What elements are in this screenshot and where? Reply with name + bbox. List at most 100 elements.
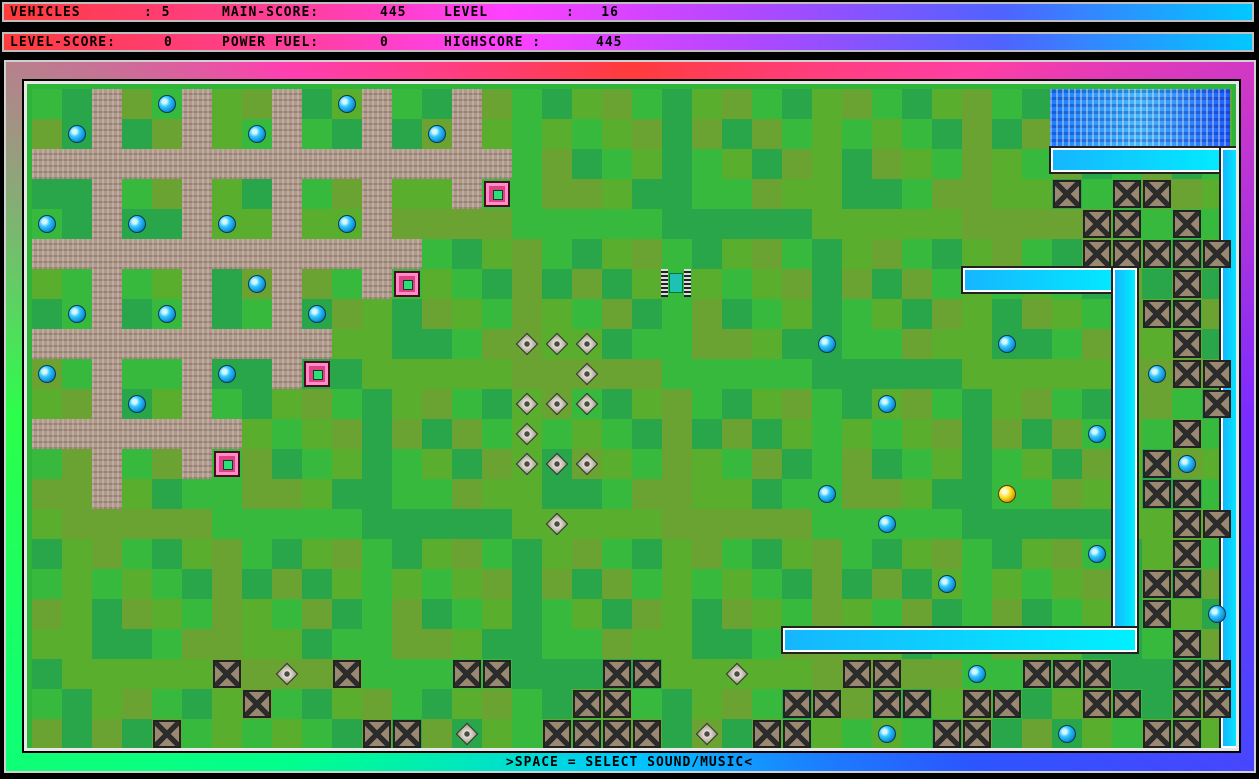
blue-orb-icon[interactable] — [428, 125, 446, 143]
crate-icon — [1173, 510, 1201, 538]
level-value: : 16 — [566, 5, 619, 20]
crate-icon — [333, 660, 361, 688]
depot-icon[interactable] — [394, 271, 420, 297]
blue-orb-icon[interactable] — [128, 395, 146, 413]
blue-orb-icon[interactable] — [248, 125, 266, 143]
blue-orb-icon[interactable] — [968, 665, 986, 683]
crate-icon — [1143, 600, 1171, 628]
depot-icon[interactable] — [304, 361, 330, 387]
crate-icon — [393, 720, 421, 748]
crate-icon — [633, 720, 661, 748]
blue-orb-icon[interactable] — [938, 575, 956, 593]
crate-icon — [1143, 300, 1171, 328]
hud-bar-bottom: LEVEL-SCORE: 0 POWER FUEL: 0 HIGHSCORE :… — [2, 32, 1254, 52]
crate-icon — [1173, 630, 1201, 658]
power-fuel-value: 0 — [380, 35, 389, 50]
gold-orb-icon[interactable] — [998, 485, 1016, 503]
crate-icon — [1173, 270, 1201, 298]
blue-orb-icon[interactable] — [878, 725, 896, 743]
crate-icon — [843, 660, 871, 688]
crate-icon — [363, 720, 391, 748]
crate-icon — [1113, 240, 1141, 268]
blue-orb-icon[interactable] — [338, 95, 356, 113]
main-score-label: MAIN-SCORE: — [222, 5, 320, 20]
crate-icon — [1053, 660, 1081, 688]
crate-icon — [1173, 690, 1201, 718]
crate-icon — [1203, 240, 1231, 268]
crate-icon — [243, 690, 271, 718]
blue-orb-icon[interactable] — [68, 305, 86, 323]
crate-icon — [1113, 690, 1141, 718]
crate-icon — [1173, 360, 1201, 388]
blue-orb-icon[interactable] — [308, 305, 326, 323]
blue-orb-icon[interactable] — [1088, 425, 1106, 443]
crate-icon — [1173, 540, 1201, 568]
crate-icon — [1203, 510, 1231, 538]
playfield[interactable] — [22, 79, 1241, 753]
highscore-label: HIGHSCORE : — [444, 35, 542, 50]
blue-orb-icon[interactable] — [158, 95, 176, 113]
blue-orb-icon[interactable] — [1148, 365, 1166, 383]
crate-icon — [453, 660, 481, 688]
tank-icon[interactable] — [661, 269, 691, 297]
depot-icon[interactable] — [484, 181, 510, 207]
crate-icon — [1143, 450, 1171, 478]
blue-orb-icon[interactable] — [38, 365, 56, 383]
blue-orb-icon[interactable] — [128, 215, 146, 233]
blue-orb-icon[interactable] — [998, 335, 1016, 353]
crate-icon — [633, 660, 661, 688]
crate-icon — [1173, 420, 1201, 448]
pipe-segment — [961, 266, 1139, 294]
blue-orb-icon[interactable] — [818, 485, 836, 503]
vehicles-label: VEHICLES — [10, 5, 81, 20]
crate-icon — [1143, 240, 1171, 268]
hud-bar-top: VEHICLES : 5 MAIN-SCORE: 445 LEVEL : 16 — [2, 2, 1254, 22]
crate-icon — [1173, 210, 1201, 238]
crate-icon — [783, 690, 811, 718]
crate-icon — [1143, 570, 1171, 598]
crate-icon — [1173, 720, 1201, 748]
crate-icon — [1173, 240, 1201, 268]
pipe-segment — [781, 626, 1139, 654]
crate-icon — [1203, 660, 1231, 688]
crate-icon — [573, 690, 601, 718]
crate-icon — [1143, 480, 1171, 508]
crate-icon — [1173, 330, 1201, 358]
power-fuel-label: POWER FUEL: — [222, 35, 320, 50]
blue-orb-icon[interactable] — [38, 215, 56, 233]
crate-icon — [783, 720, 811, 748]
crate-icon — [1083, 660, 1111, 688]
blue-orb-icon[interactable] — [158, 305, 176, 323]
depot-icon[interactable] — [214, 451, 240, 477]
crate-icon — [213, 660, 241, 688]
crate-icon — [993, 690, 1021, 718]
crate-icon — [963, 720, 991, 748]
pipe-segment — [1049, 146, 1236, 174]
crate-icon — [963, 690, 991, 718]
crate-icon — [1083, 240, 1111, 268]
crate-icon — [1203, 690, 1231, 718]
level-score-value: 0 — [164, 35, 173, 50]
crate-icon — [1203, 390, 1231, 418]
blue-orb-icon[interactable] — [878, 395, 896, 413]
pipe-segment — [1219, 146, 1236, 748]
blue-orb-icon[interactable] — [218, 365, 236, 383]
crate-icon — [483, 660, 511, 688]
crate-icon — [1173, 660, 1201, 688]
blue-orb-icon[interactable] — [338, 215, 356, 233]
level-label: LEVEL — [444, 5, 489, 20]
blue-orb-icon[interactable] — [218, 215, 236, 233]
blue-orb-icon[interactable] — [1208, 605, 1226, 623]
blue-orb-icon[interactable] — [248, 275, 266, 293]
crate-icon — [1023, 660, 1051, 688]
blue-orb-icon[interactable] — [1088, 545, 1106, 563]
blue-orb-icon[interactable] — [878, 515, 896, 533]
blue-orb-icon[interactable] — [1058, 725, 1076, 743]
crate-icon — [813, 690, 841, 718]
blue-orb-icon[interactable] — [818, 335, 836, 353]
crate-icon — [1143, 180, 1171, 208]
blue-orb-icon[interactable] — [1178, 455, 1196, 473]
crate-icon — [1083, 690, 1111, 718]
blue-orb-icon[interactable] — [68, 125, 86, 143]
crate-icon — [603, 660, 631, 688]
